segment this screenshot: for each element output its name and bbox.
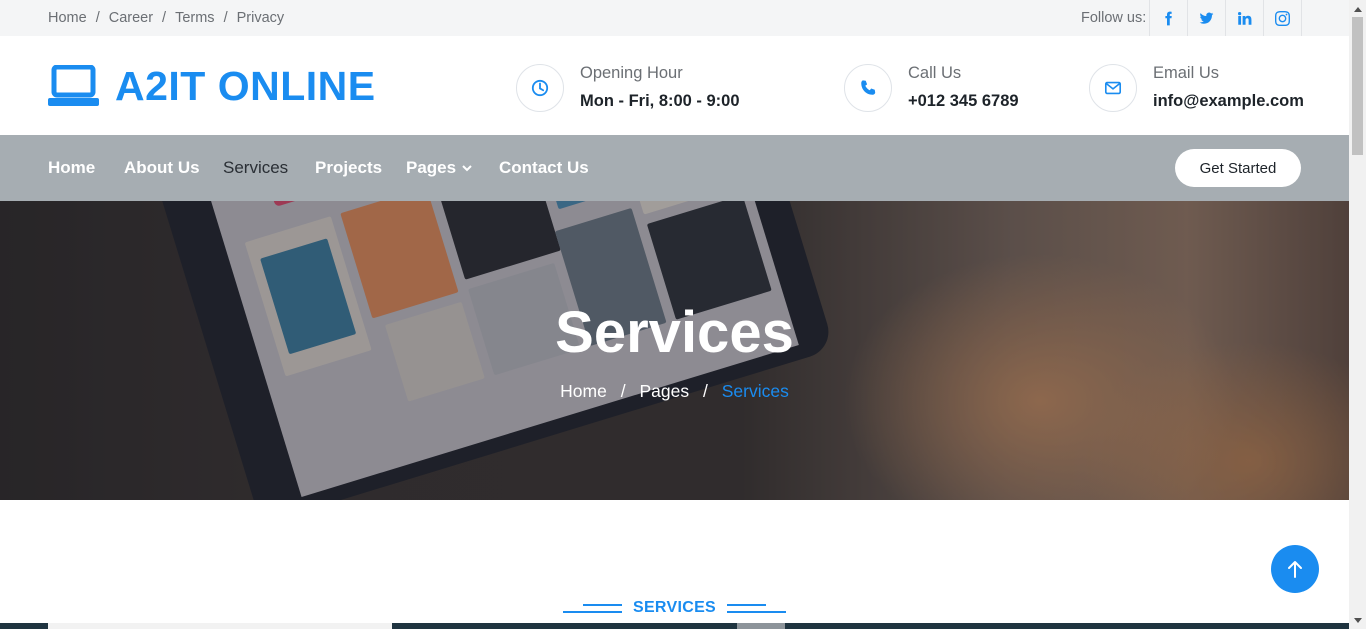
top-bar: Home / Career / Terms / Privacy Follow u… [0, 0, 1349, 36]
arrow-up-icon [1288, 561, 1302, 578]
nav-item-projects[interactable]: Projects [315, 135, 382, 201]
clock-icon [516, 63, 564, 112]
envelope-icon [1089, 63, 1137, 112]
scrollbar-thumb[interactable] [1352, 17, 1363, 155]
breadcrumb-home[interactable]: Home [560, 381, 607, 401]
top-link-separator: / [162, 10, 167, 26]
top-link-separator: / [223, 10, 228, 26]
site-logo[interactable]: A2IT ONLINE [48, 65, 376, 107]
nav-item-contact-us[interactable]: Contact Us [499, 135, 589, 201]
top-link-separator: / [95, 10, 100, 26]
top-link-terms[interactable]: Terms [175, 10, 214, 26]
scroll-up-arrow-icon[interactable] [1349, 0, 1366, 17]
top-link-home[interactable]: Home [48, 10, 87, 26]
linkedin-icon[interactable] [1225, 0, 1263, 36]
top-link-privacy[interactable]: Privacy [237, 10, 285, 26]
facebook-icon[interactable] [1149, 0, 1187, 36]
social-divider [1301, 0, 1302, 36]
instagram-icon[interactable] [1263, 0, 1301, 36]
email-us-value[interactable]: info@example.com [1153, 89, 1304, 113]
follow-us-label: Follow us: [1081, 10, 1147, 26]
laptop-icon [48, 65, 99, 106]
page-hero: Services Home / Pages / Services [0, 201, 1349, 500]
service-card-accent [737, 623, 785, 629]
section-heading: SERVICES [563, 597, 786, 619]
page-title: Services [555, 300, 794, 365]
chevron-down-icon [462, 165, 472, 172]
nav-item-services[interactable]: Services [223, 135, 288, 201]
get-started-button[interactable]: Get Started [1175, 149, 1301, 187]
nav-item-about-us[interactable]: About Us [124, 135, 200, 201]
breadcrumb: Home / Pages / Services [0, 381, 1349, 402]
opening-hour-label: Opening Hour [580, 64, 683, 82]
opening-hour-value: Mon - Fri, 8:00 - 9:00 [580, 92, 740, 110]
email-us-block: Email Us info@example.com [1089, 62, 1304, 113]
breadcrumb-separator: / [620, 381, 626, 401]
opening-hour-block: Opening Hour Mon - Fri, 8:00 - 9:00 [516, 62, 740, 113]
call-us-block: Call Us +012 345 6789 [844, 62, 1019, 113]
brand-name: A2IT ONLINE [115, 62, 376, 109]
page-scrollbar[interactable] [1349, 0, 1366, 629]
breadcrumb-current: Services [721, 381, 789, 401]
phone-icon [844, 63, 892, 112]
top-link-career[interactable]: Career [109, 10, 153, 26]
section-label: SERVICES [632, 599, 717, 616]
nav-item-home[interactable]: Home [48, 135, 95, 201]
main-nav: Home About Us Services Projects Pages Co… [0, 135, 1349, 201]
scroll-down-arrow-icon[interactable] [1349, 612, 1366, 629]
breadcrumb-pages[interactable]: Pages [639, 381, 689, 401]
back-to-top-button[interactable] [1271, 545, 1319, 593]
service-card-top [48, 623, 392, 629]
call-us-label: Call Us [908, 64, 962, 82]
email-us-label: Email Us [1153, 64, 1220, 82]
site-header: A2IT ONLINE Opening Hour Mon - Fri, 8:00… [0, 36, 1349, 135]
breadcrumb-separator: / [702, 381, 708, 401]
nav-item-pages-label: Pages [406, 158, 457, 177]
top-links: Home / Career / Terms / Privacy [48, 0, 284, 36]
call-us-value[interactable]: +012 345 6789 [908, 89, 1019, 113]
nav-item-pages[interactable]: Pages [406, 135, 472, 201]
twitter-icon[interactable] [1187, 0, 1225, 36]
